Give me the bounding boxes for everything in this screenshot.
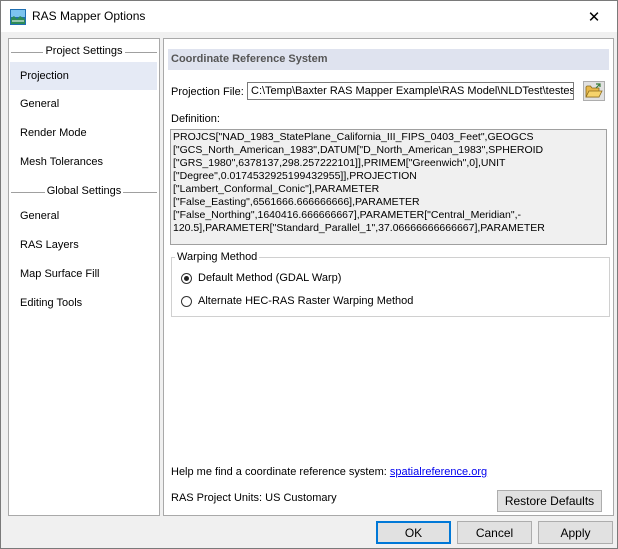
title-bar: RAS Mapper Options ✕ [1, 1, 617, 32]
sidebar-item-render-mode[interactable]: Render Mode [10, 119, 157, 147]
ok-button[interactable]: OK [376, 521, 451, 544]
definition-text[interactable]: PROJCS["NAD_1983_StatePlane_California_I… [170, 129, 607, 245]
radio-unselected-icon[interactable] [181, 295, 192, 307]
sidebar-item-project-general[interactable]: General [10, 90, 157, 118]
help-row: Help me find a coordinate reference syst… [171, 466, 487, 478]
projection-file-input[interactable]: C:\Temp\Baxter RAS Mapper Example\RAS Mo… [247, 82, 574, 100]
radio-default-label: Default Method (GDAL Warp) [198, 272, 342, 284]
radio-alternate-label: Alternate HEC-RAS Raster Warping Method [198, 295, 414, 307]
sidebar-item-global-general[interactable]: General [10, 202, 157, 230]
sidebar-item-map-surface-fill[interactable]: Map Surface Fill [10, 260, 157, 288]
sidebar-item-projection[interactable]: Projection [10, 62, 157, 90]
warping-method-legend: Warping Method [175, 251, 260, 263]
cancel-button[interactable]: Cancel [457, 521, 532, 544]
project-settings-label: Project Settings [43, 45, 125, 57]
projection-panel: Coordinate Reference System Projection F… [163, 38, 614, 516]
close-icon[interactable]: ✕ [571, 1, 617, 32]
apply-button[interactable]: Apply [538, 521, 613, 544]
warping-method-group [171, 257, 610, 317]
project-settings-header: Project Settings [9, 43, 159, 61]
options-window: RAS Mapper Options ✕ Project Settings Pr… [0, 0, 618, 549]
folder-open-icon [585, 83, 603, 98]
restore-defaults-button[interactable]: Restore Defaults [497, 490, 602, 512]
section-header: Coordinate Reference System [168, 49, 609, 70]
browse-button[interactable] [583, 81, 605, 101]
app-icon [10, 9, 26, 25]
radio-default-method[interactable]: Default Method (GDAL Warp) [181, 272, 341, 284]
help-text: Help me find a coordinate reference syst… [171, 466, 387, 478]
project-units-text: RAS Project Units: US Customary [171, 492, 337, 504]
radio-selected-icon[interactable] [181, 272, 192, 284]
radio-alternate-method[interactable]: Alternate HEC-RAS Raster Warping Method [181, 295, 413, 307]
global-settings-label: Global Settings [44, 185, 124, 197]
spatialreference-link[interactable]: spatialreference.org [390, 466, 487, 478]
sidebar-item-editing-tools[interactable]: Editing Tools [10, 289, 157, 317]
definition-label: Definition: [171, 113, 220, 125]
global-settings-header: Global Settings [9, 183, 159, 201]
sidebar-item-ras-layers[interactable]: RAS Layers [10, 231, 157, 259]
projection-file-label: Projection File: [171, 86, 244, 98]
sidebar-item-mesh-tolerances[interactable]: Mesh Tolerances [10, 148, 157, 176]
window-title: RAS Mapper Options [32, 9, 146, 23]
settings-sidebar: Project Settings Projection General Rend… [8, 38, 160, 516]
section-title: Coordinate Reference System [171, 53, 328, 65]
